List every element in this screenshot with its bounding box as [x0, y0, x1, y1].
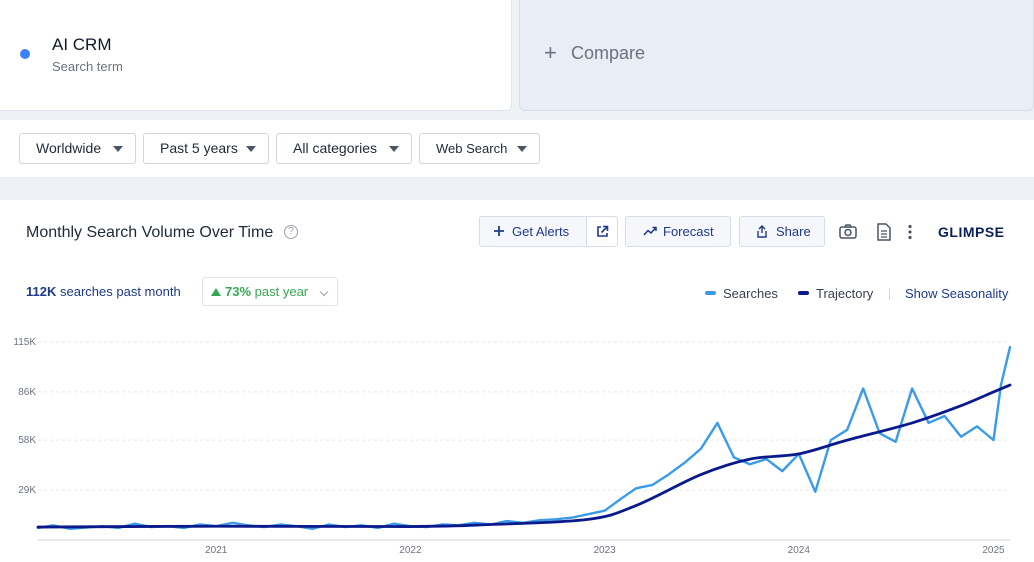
- grid-layer: [38, 341, 1010, 541]
- more-vertical-icon[interactable]: [900, 222, 920, 242]
- share-label: Share: [776, 224, 811, 239]
- search-term-subtitle: Search term: [52, 59, 123, 74]
- growth-selector[interactable]: 73% past year: [202, 277, 338, 306]
- x-tick-label: 2021: [205, 545, 228, 556]
- region-dropdown[interactable]: Worldwide: [19, 133, 136, 164]
- time-range-dropdown[interactable]: Past 5 years: [143, 133, 269, 164]
- caret-down-icon: [517, 146, 527, 152]
- search-volume-stat: 112K searches past month: [26, 284, 181, 299]
- external-link-icon: [597, 225, 609, 237]
- search-volume-value: 112K: [26, 284, 57, 299]
- legend-searches-label: Searches: [723, 286, 778, 301]
- search-volume-chart: 29K 58K 86K 115K 2021 2022 2023 2024 2025: [13, 337, 1012, 556]
- growth-value: 73%: [225, 284, 252, 299]
- get-alerts-label: Get Alerts: [512, 224, 570, 239]
- series-layer: [36, 345, 1012, 531]
- chart-card: Monthly Search Volume Over Time ? Get Al…: [0, 200, 1034, 562]
- legend-divider: [889, 288, 890, 300]
- y-tick-label: 115K: [13, 337, 36, 348]
- caret-down-icon: [389, 146, 399, 152]
- y-tick-label: 58K: [18, 435, 36, 446]
- compare-label: Compare: [571, 43, 646, 63]
- series-line-trajectory[interactable]: [36, 383, 1012, 529]
- camera-icon[interactable]: [838, 222, 858, 242]
- search-term-card[interactable]: AI CRM Search term: [0, 0, 512, 111]
- legend-searches[interactable]: Searches: [705, 286, 778, 301]
- searches-swatch: [705, 291, 716, 295]
- forecast-label: Forecast: [663, 224, 714, 239]
- glimpse-logo: GLIMPSE: [938, 224, 1005, 240]
- triangle-up-icon: [211, 288, 221, 296]
- document-icon[interactable]: [874, 222, 894, 242]
- x-tick-label: 2022: [399, 545, 422, 556]
- x-tick-label: 2023: [593, 545, 616, 556]
- chart-title: Monthly Search Volume Over Time: [26, 224, 274, 241]
- show-seasonality-link[interactable]: Show Seasonality: [905, 286, 1008, 301]
- plus-icon: +: [544, 40, 557, 65]
- y-tick-label: 29K: [18, 485, 36, 496]
- search-type-dropdown-label: Web Search: [436, 141, 508, 156]
- time-range-dropdown-label: Past 5 years: [160, 140, 238, 156]
- search-type-dropdown[interactable]: Web Search: [419, 133, 540, 164]
- search-volume-suffix: searches past month: [60, 284, 181, 299]
- open-external-button[interactable]: [586, 216, 618, 247]
- legend-trajectory[interactable]: Trajectory: [798, 286, 873, 301]
- x-tick-label: 2025: [982, 545, 1005, 556]
- category-dropdown[interactable]: All categories: [276, 133, 412, 164]
- share-button[interactable]: Share: [739, 216, 825, 247]
- y-tick-label: 86K: [18, 387, 36, 398]
- forecast-button[interactable]: Forecast: [625, 216, 731, 247]
- help-icon[interactable]: ?: [284, 225, 298, 239]
- series-line-searches[interactable]: [36, 345, 1012, 531]
- get-alerts-button[interactable]: Get Alerts: [479, 216, 587, 247]
- search-term-name: AI CRM: [52, 35, 112, 54]
- x-tick-label: 2024: [788, 545, 811, 556]
- trajectory-swatch: [798, 291, 809, 295]
- share-icon: [757, 225, 767, 238]
- trend-up-icon: [643, 226, 657, 236]
- category-dropdown-label: All categories: [293, 140, 378, 156]
- filter-bar: Worldwide Past 5 years All categories We…: [0, 120, 1034, 177]
- series-color-dot: [20, 49, 30, 59]
- caret-down-icon: [246, 146, 256, 152]
- region-dropdown-label: Worldwide: [36, 140, 102, 156]
- caret-down-icon: [113, 146, 123, 152]
- plus-icon: [494, 226, 504, 236]
- legend-trajectory-label: Trajectory: [816, 286, 874, 301]
- growth-suffix: past year: [254, 284, 309, 299]
- chevron-down-icon: [319, 287, 329, 297]
